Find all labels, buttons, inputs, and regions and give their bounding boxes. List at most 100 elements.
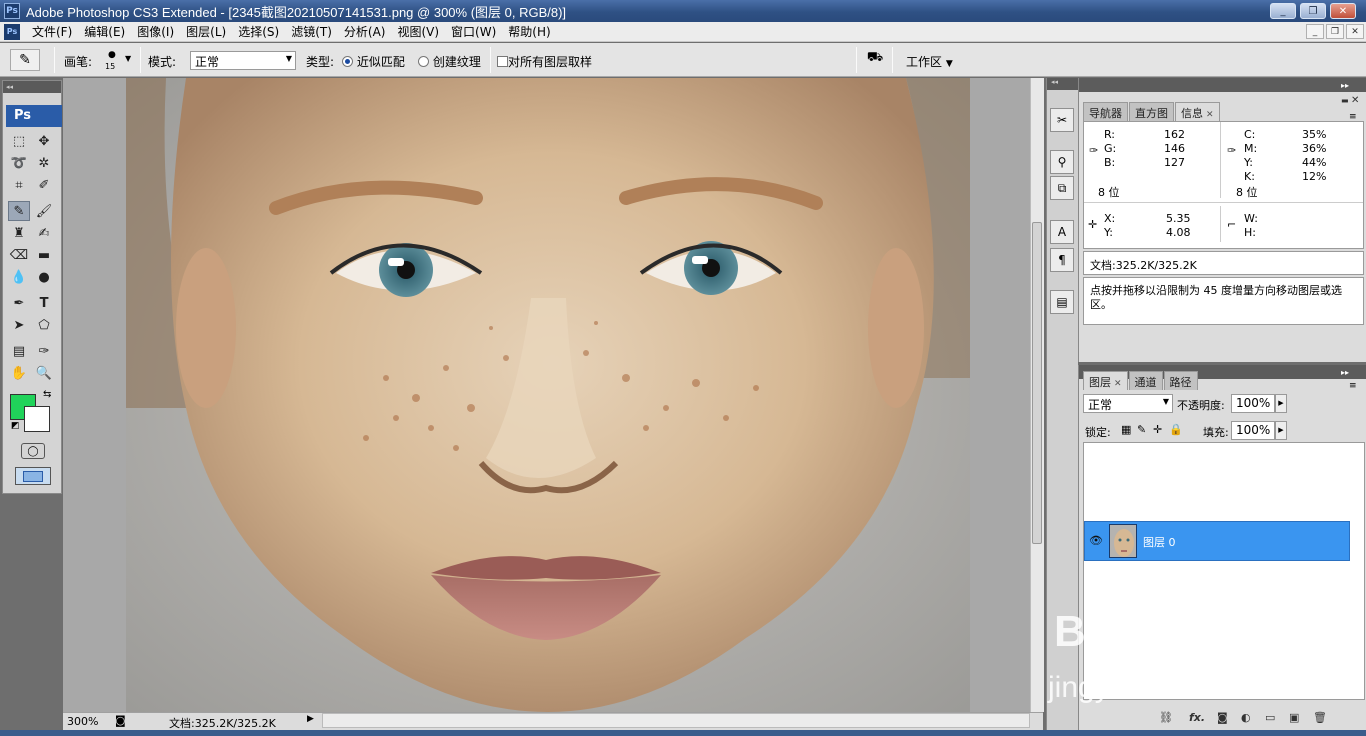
adjustment-layer-icon[interactable]: ◐ <box>1241 711 1251 724</box>
crop-tool-icon[interactable]: ⌗ <box>8 175 30 195</box>
doc-close-button[interactable]: ✕ <box>1346 24 1364 39</box>
layer-comps-icon[interactable]: ▤ <box>1050 290 1074 314</box>
delete-layer-icon[interactable]: 🗑 <box>1313 711 1327 724</box>
tab-info[interactable]: 信息 ✕ <box>1175 102 1220 121</box>
dodge-tool-icon[interactable]: ● <box>33 267 55 287</box>
panel-close-icon[interactable]: ✕ <box>1351 95 1359 106</box>
close-icon[interactable]: ✕ <box>1114 379 1122 389</box>
sample-all-layers-checkbox[interactable]: 对所有图层取样 <box>497 53 592 70</box>
tab-channels[interactable]: 通道 <box>1128 371 1163 390</box>
menu-edit[interactable]: 编辑(E) <box>78 23 131 40</box>
lock-pixels-icon[interactable]: ✎ <box>1137 423 1146 436</box>
eraser-tool-icon[interactable]: ⌫ <box>8 245 30 265</box>
layer-style-icon[interactable]: fx. <box>1189 711 1205 724</box>
panel-collapse-icon[interactable]: ▸▸ <box>1341 81 1349 90</box>
eyedropper-tool-icon[interactable]: ✑ <box>33 341 55 361</box>
mode-select[interactable]: 正常 ▼ <box>190 51 296 70</box>
menu-help[interactable]: 帮助(H) <box>502 23 556 40</box>
brush-tool-icon[interactable]: 🖌 <box>33 201 55 221</box>
minimize-button[interactable]: _ <box>1270 3 1296 19</box>
layer-name[interactable]: 图层 0 <box>1143 534 1176 550</box>
panel-minimize-icon[interactable]: ▬ <box>1341 96 1349 105</box>
layer-row[interactable]: 👁 图层 0 <box>1084 521 1350 561</box>
menu-filter[interactable]: 滤镜(T) <box>285 23 338 40</box>
photoshop-logo-icon[interactable]: Ps <box>6 105 62 127</box>
new-layer-icon[interactable]: ▣ <box>1289 711 1299 724</box>
panel-menu-icon[interactable]: ≡ <box>1349 381 1357 391</box>
brushes-icon[interactable]: ⚲ <box>1050 150 1074 174</box>
hand-tool-icon[interactable]: ✋ <box>8 363 30 383</box>
eye-visibility-icon[interactable]: 👁 <box>1089 534 1103 547</box>
brush-picker[interactable]: ● 15 ▼ <box>100 49 136 73</box>
spot-healing-brush-preset-icon[interactable]: ✎ <box>10 49 40 71</box>
add-mask-icon[interactable]: ◙ <box>1217 711 1228 724</box>
opacity-slider-button[interactable]: ▶ <box>1275 394 1287 413</box>
marquee-tool-icon[interactable]: ⬚ <box>8 131 30 151</box>
slice-tool-icon[interactable]: ✐ <box>33 175 55 195</box>
swap-colors-icon[interactable]: ⇆ <box>43 389 51 400</box>
pen-tool-icon[interactable]: ✒ <box>8 293 30 313</box>
fill-slider-button[interactable]: ▶ <box>1275 421 1287 440</box>
quick-mask-icon[interactable]: ◯ <box>21 443 45 459</box>
dock-header[interactable]: ◂◂ <box>1047 78 1079 90</box>
spot-healing-brush-tool-icon[interactable]: ✎ <box>8 201 30 221</box>
close-button[interactable]: ✕ <box>1330 3 1356 19</box>
doc-minimize-button[interactable]: _ <box>1306 24 1324 39</box>
tab-layers[interactable]: 图层 ✕ <box>1083 371 1128 390</box>
menu-image[interactable]: 图像(I) <box>131 23 180 40</box>
tool-presets-icon[interactable]: ✂ <box>1050 108 1074 132</box>
proximity-match-radio[interactable]: 近似匹配 <box>342 53 405 70</box>
default-colors-icon[interactable]: ◩ <box>11 421 20 431</box>
background-color-swatch[interactable] <box>24 406 50 432</box>
panel-collapse-icon[interactable]: ▸▸ <box>1341 368 1349 377</box>
screen-mode-icon[interactable] <box>15 467 51 485</box>
vertical-scrollbar-thumb[interactable] <box>1032 222 1042 544</box>
create-texture-radio[interactable]: 创建纹理 <box>418 53 481 70</box>
character-icon[interactable]: A <box>1050 220 1074 244</box>
blend-mode-select[interactable]: 正常 ▼ <box>1083 394 1173 413</box>
status-menu-icon[interactable]: ◙ <box>115 714 126 727</box>
bridge-icon[interactable]: ⛟ <box>864 50 886 70</box>
zoom-level[interactable]: 300% <box>67 715 98 728</box>
clone-source-icon[interactable]: ⧉ <box>1050 176 1074 200</box>
doc-restore-button[interactable]: ❐ <box>1326 24 1344 39</box>
panel-header[interactable] <box>1079 78 1366 92</box>
lasso-tool-icon[interactable]: ➰ <box>8 153 30 173</box>
history-brush-tool-icon[interactable]: ✍ <box>33 223 55 243</box>
gradient-tool-icon[interactable]: ▬ <box>33 245 55 265</box>
opacity-input[interactable]: 100% <box>1231 394 1275 413</box>
photoshop-menu-icon[interactable]: Ps <box>4 23 20 40</box>
blur-tool-icon[interactable]: 💧 <box>8 267 30 287</box>
type-tool-icon[interactable]: T <box>33 293 55 313</box>
menu-window[interactable]: 窗口(W) <box>445 23 502 40</box>
move-tool-icon[interactable]: ✥ <box>33 131 55 151</box>
menu-view[interactable]: 视图(V) <box>391 23 445 40</box>
magic-wand-tool-icon[interactable]: ✲ <box>33 153 55 173</box>
workspace-button[interactable]: 工作区 ▼ <box>906 53 953 70</box>
restore-button[interactable]: ❐ <box>1300 3 1326 19</box>
document-canvas[interactable] <box>126 78 970 712</box>
new-group-icon[interactable]: ▭ <box>1265 711 1275 724</box>
zoom-tool-icon[interactable]: 🔍 <box>33 363 55 383</box>
toolbox-header[interactable]: ◂◂ <box>3 81 61 93</box>
menu-analysis[interactable]: 分析(A) <box>338 23 392 40</box>
fill-input[interactable]: 100% <box>1231 421 1275 440</box>
menu-select[interactable]: 选择(S) <box>232 23 285 40</box>
status-arrow-icon[interactable]: ▶ <box>307 714 314 724</box>
horizontal-scrollbar[interactable] <box>322 713 1030 728</box>
close-icon[interactable]: ✕ <box>1206 110 1214 120</box>
link-layers-icon[interactable]: ⛓ <box>1159 711 1173 724</box>
tab-paths[interactable]: 路径 <box>1163 371 1198 390</box>
lock-all-icon[interactable]: 🔒 <box>1169 423 1183 436</box>
path-selection-tool-icon[interactable]: ➤ <box>8 315 30 335</box>
lock-transparency-icon[interactable]: ▦ <box>1121 423 1131 436</box>
paragraph-icon[interactable]: ¶ <box>1050 248 1074 272</box>
clone-stamp-tool-icon[interactable]: ♜ <box>8 223 30 243</box>
menu-layer[interactable]: 图层(L) <box>180 23 232 40</box>
lock-position-icon[interactable]: ✛ <box>1153 423 1162 436</box>
tab-histogram[interactable]: 直方图 <box>1129 102 1174 121</box>
shape-tool-icon[interactable]: ⬠ <box>33 315 55 335</box>
tab-navigator[interactable]: 导航器 <box>1083 102 1128 121</box>
notes-tool-icon[interactable]: ▤ <box>8 341 30 361</box>
menu-file[interactable]: 文件(F) <box>26 23 78 40</box>
